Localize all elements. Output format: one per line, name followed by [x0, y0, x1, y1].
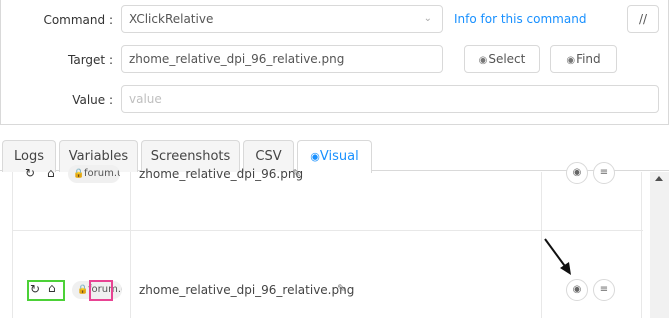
eye-icon: ◉: [310, 150, 320, 163]
reload-icon[interactable]: ↻: [30, 282, 40, 296]
info-link[interactable]: Info for this command: [454, 12, 586, 26]
target-label: Target :: [68, 53, 113, 67]
value-input[interactable]: value: [121, 85, 659, 113]
home-icon[interactable]: ⌂: [47, 166, 55, 180]
select-button[interactable]: ◉Select: [464, 45, 540, 73]
command-form-panel: Command : XClickRelative ⌄ Info for this…: [0, 0, 669, 125]
lock-icon: 🔒: [77, 285, 89, 295]
eye-icon: ◉: [572, 167, 582, 178]
list-button[interactable]: ≡: [593, 162, 615, 184]
eye-button[interactable]: ◉: [566, 162, 588, 184]
list-button[interactable]: ≡: [593, 279, 615, 301]
url-pill: 🔒 forum.u: [68, 165, 120, 183]
command-value: XClickRelative: [129, 12, 214, 26]
pointer-arrow-annotation: [544, 238, 571, 275]
scroll-up-arrow-icon[interactable]: [655, 176, 663, 181]
vertical-scrollbar[interactable]: [650, 172, 669, 318]
row-divider: [13, 230, 643, 231]
tab-visual-label: Visual: [319, 149, 359, 164]
target-value: zhome_relative_dpi_96_relative.png: [129, 52, 345, 66]
chevron-down-icon: ⌄: [423, 13, 432, 24]
highlight-box-pink: [89, 280, 113, 301]
target-input[interactable]: zhome_relative_dpi_96_relative.png: [121, 45, 443, 73]
find-button-label: Find: [576, 52, 601, 66]
home-icon[interactable]: ⌂: [48, 281, 56, 295]
visual-table: ↻ ⌂ 🔒 forum.u zhome_relative_dpi_96.png …: [12, 162, 643, 318]
tab-visual[interactable]: ◉Visual: [297, 140, 372, 173]
command-label: Command :: [43, 13, 113, 27]
eye-button[interactable]: ◉: [566, 279, 588, 301]
comment-button[interactable]: //: [627, 5, 659, 33]
lock-icon: 🔒: [73, 169, 85, 179]
pencil-icon[interactable]: ✎: [292, 167, 301, 180]
row-filename: zhome_relative_dpi_96_relative.png: [139, 283, 355, 297]
eye-icon: ◉: [478, 55, 488, 66]
pencil-icon[interactable]: ✎: [337, 282, 346, 295]
find-button[interactable]: ◉Find: [550, 45, 617, 73]
eye-icon: ◉: [566, 55, 576, 66]
eye-icon: ◉: [572, 284, 582, 295]
command-select[interactable]: XClickRelative ⌄: [121, 5, 443, 33]
value-label: Value :: [72, 93, 113, 107]
row-filename: zhome_relative_dpi_96.png: [139, 167, 304, 181]
select-button-label: Select: [488, 52, 526, 66]
list-icon: ≡: [599, 167, 609, 178]
column-divider: [130, 172, 131, 318]
reload-icon[interactable]: ↻: [25, 166, 35, 180]
value-placeholder: value: [129, 92, 162, 106]
list-icon: ≡: [599, 284, 609, 295]
url-text: forum.u: [84, 168, 120, 179]
